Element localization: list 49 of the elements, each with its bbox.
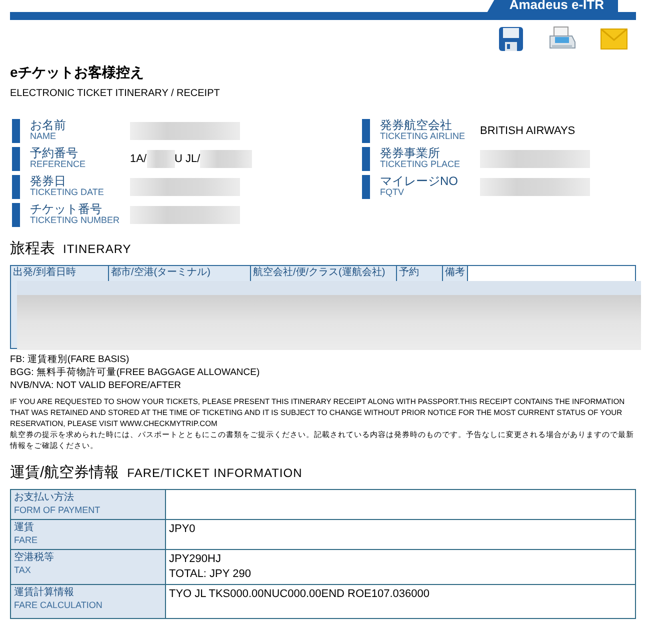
- field-label: 予約番号: [30, 148, 79, 159]
- field-label: 運賃計算情報: [14, 587, 75, 599]
- field-label: 発券事業所: [380, 148, 441, 159]
- field-label: TICKETING DATE: [30, 187, 105, 198]
- field-value: BRITISH AIRWAYS: [480, 124, 576, 139]
- note-text: NVB/NVA: NOT VALID BEFORE/AFTER: [10, 379, 182, 392]
- field-label: TICKETING NUMBER: [30, 215, 121, 226]
- field-label: 運賃: [14, 522, 35, 534]
- field-label: TICKETING AIRLINE: [380, 131, 466, 142]
- page-title: eチケットお客様控え: [10, 64, 145, 80]
- field-label: 発券航空会社: [380, 120, 453, 131]
- page-subtitle: ELECTRONIC TICKET ITINERARY / RECEIPT: [10, 87, 221, 101]
- field-label: TAX: [14, 564, 32, 576]
- field-label: FARE CALCULATION: [14, 599, 104, 611]
- field-value: TOTAL: JPY 290: [169, 567, 252, 582]
- field-label: チケット番号: [30, 204, 103, 215]
- field-value: JPY290HJ: [169, 552, 222, 567]
- mail-icon[interactable]: [600, 27, 628, 51]
- note-text: FB: 運賃種別(FARE BASIS): [10, 353, 130, 366]
- label-marker: [362, 175, 370, 199]
- redaction-blur: [200, 150, 252, 168]
- field-label: TICKETING PLACE: [380, 159, 462, 170]
- label-marker: [12, 119, 20, 143]
- field-value: 1A/: [130, 152, 147, 167]
- field-label: お支払い方法: [14, 492, 75, 504]
- label-marker: [362, 147, 370, 171]
- section-title: 運賃/航空券情報: [10, 464, 120, 481]
- save-icon[interactable]: [498, 26, 524, 52]
- field-label: REFERENCE: [30, 159, 87, 170]
- field-label: 発券日: [30, 176, 67, 187]
- field-label: マイレージNO: [380, 176, 459, 187]
- section-title: FARE/TICKET INFORMATION: [127, 466, 302, 480]
- label-marker: [12, 147, 20, 171]
- field-value: TYO JL TKS000.00NUC000.00END ROE107.036000: [169, 587, 430, 602]
- label-marker: [12, 175, 20, 199]
- field-label: 空港税等: [14, 552, 55, 564]
- label-marker: [12, 203, 20, 227]
- redaction-blur: [146, 150, 175, 168]
- label-marker: [362, 119, 370, 143]
- section-title: 旅程表: [10, 240, 55, 257]
- field-label: お名前: [30, 120, 67, 131]
- section-title: ITINERARY: [63, 242, 132, 256]
- note-text: BGG: 無料手荷物許可量(FREE BAGGAGE ALLOWANCE): [10, 366, 261, 379]
- field-label: NAME: [30, 131, 58, 142]
- field-value: U JL/: [174, 152, 200, 167]
- field-label: FORM OF PAYMENT: [14, 504, 102, 516]
- field-label: FARE: [14, 534, 39, 546]
- field-label: FQTV: [380, 187, 405, 198]
- field-value: JPY0: [169, 522, 196, 537]
